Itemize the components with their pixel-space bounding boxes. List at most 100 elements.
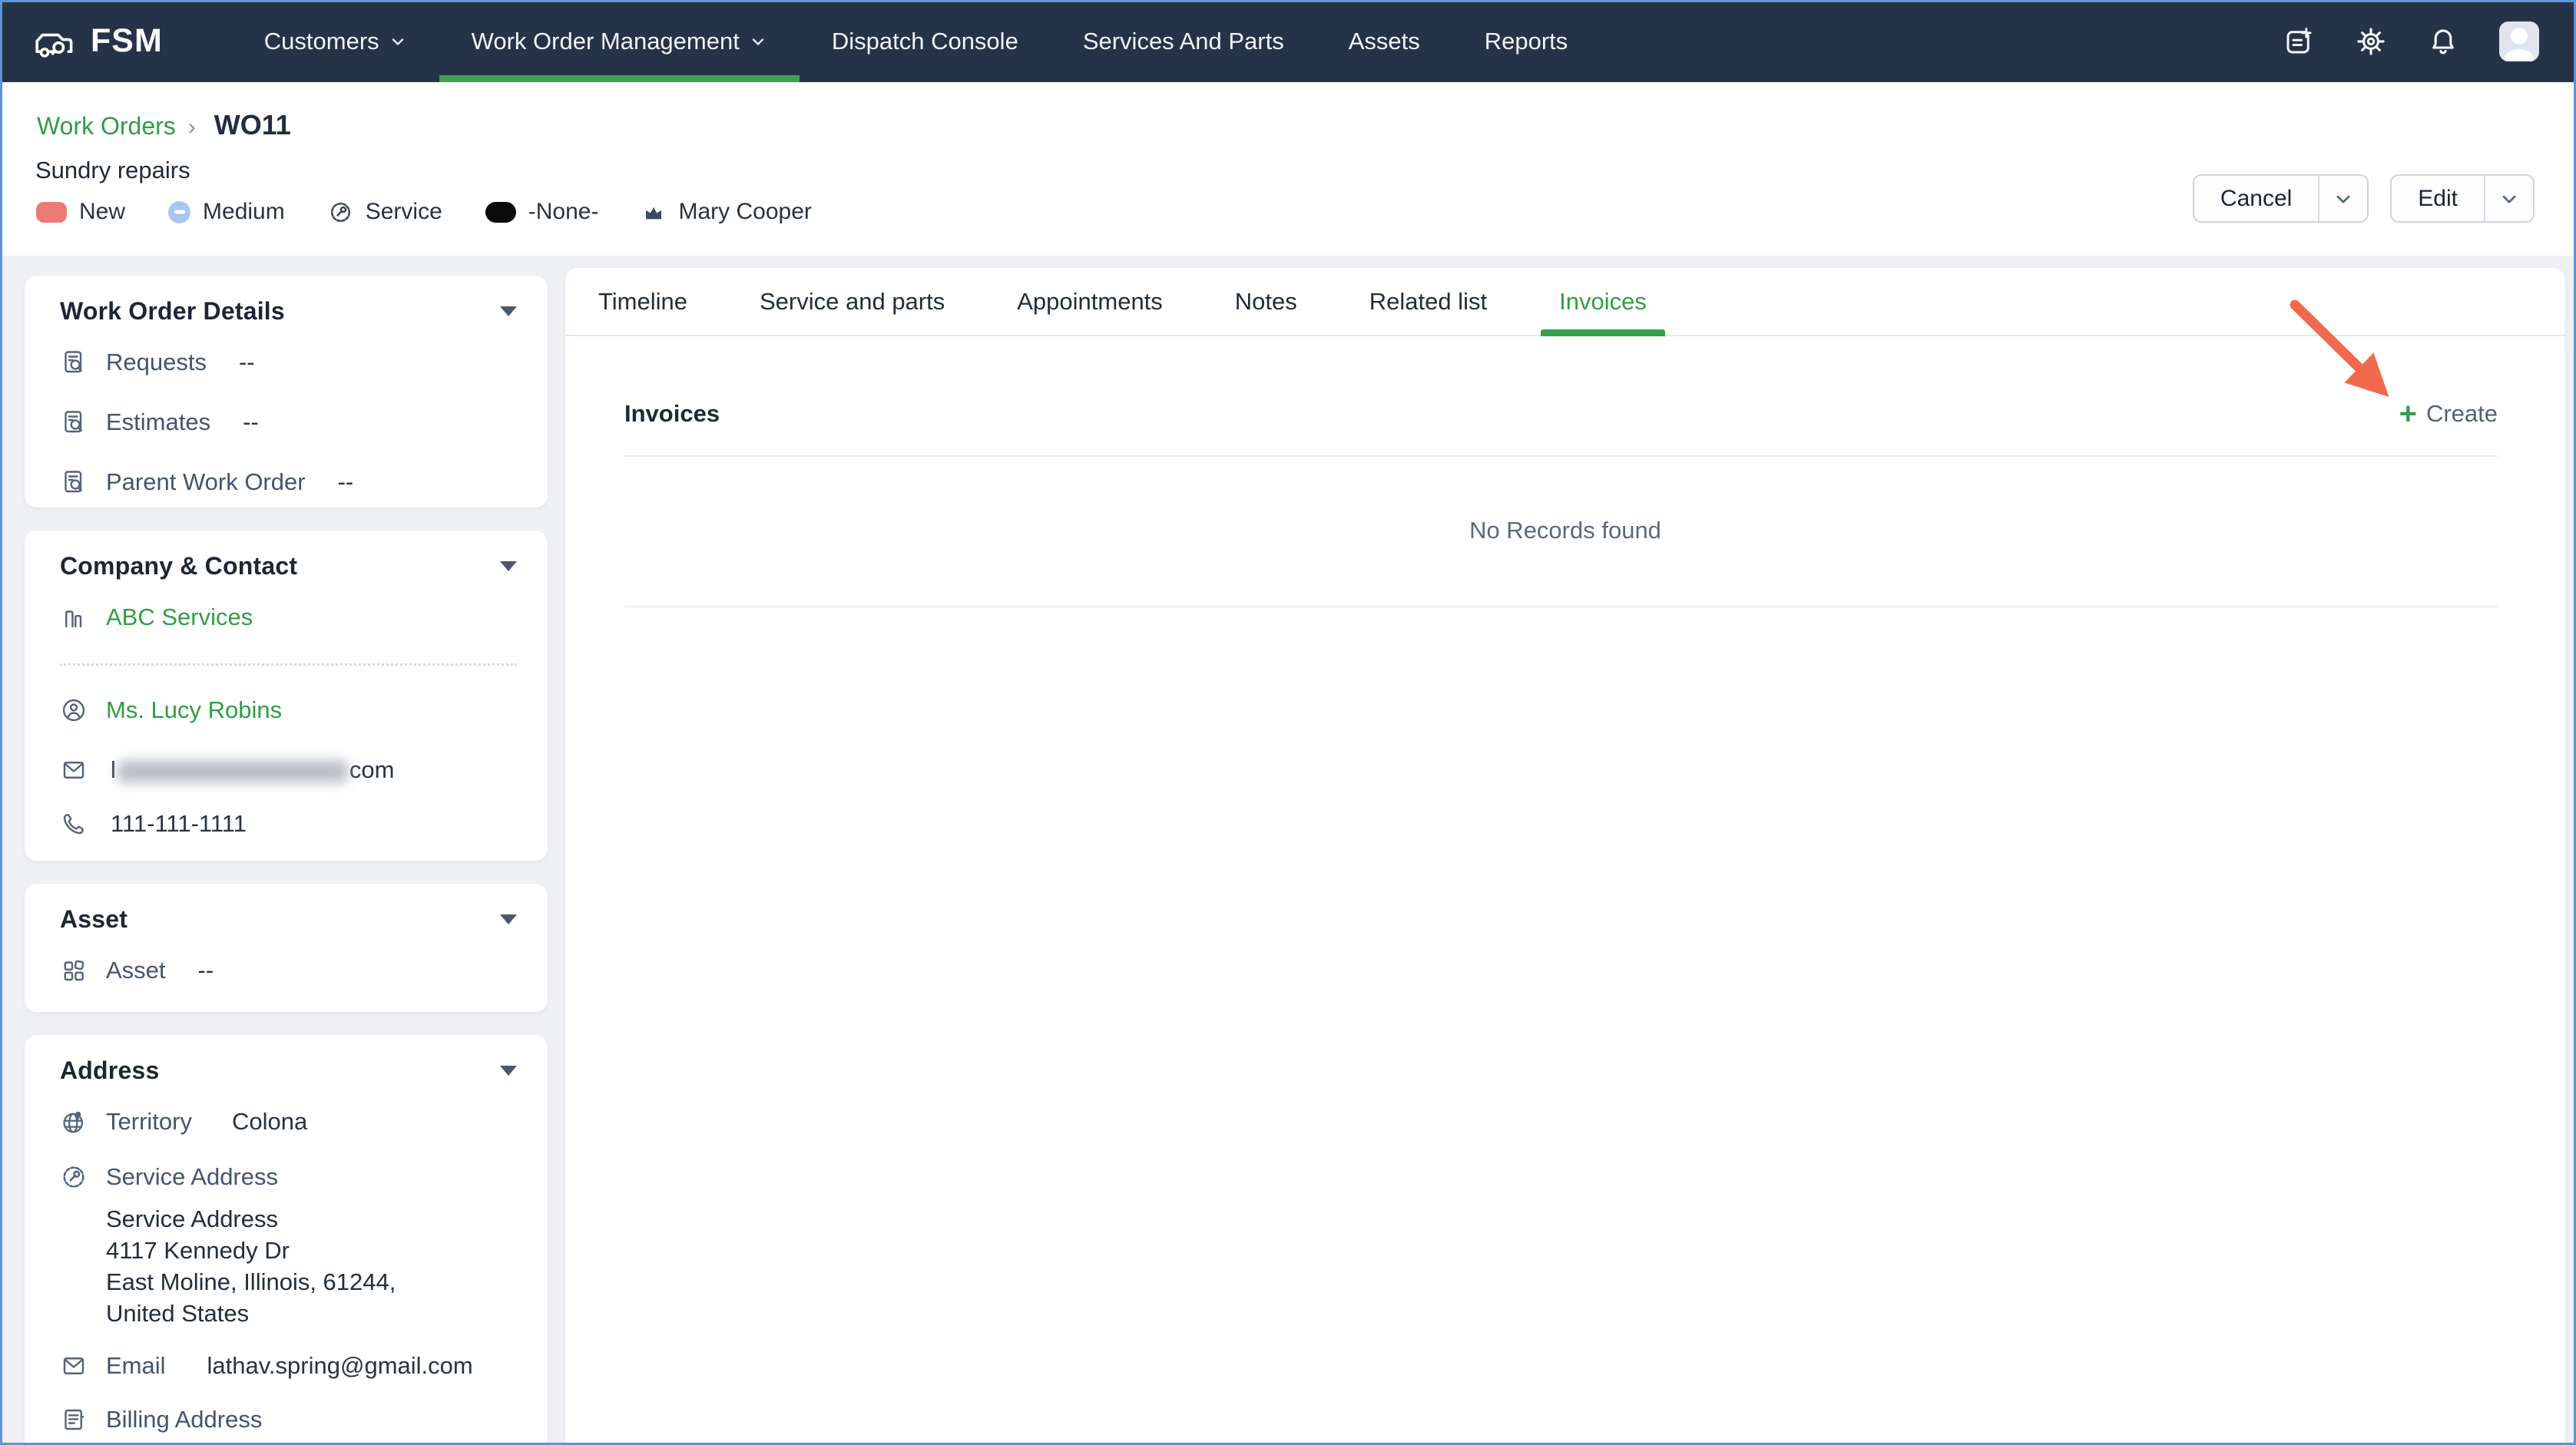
territory-value: Colona xyxy=(231,1108,308,1135)
billing-address-link[interactable]: Billing Address xyxy=(106,1406,262,1433)
nav-item-label: Work Order Management xyxy=(471,27,740,55)
chevron-down-icon xyxy=(392,38,403,45)
type-label: Service xyxy=(365,199,442,224)
address-email-link[interactable]: Email xyxy=(106,1352,166,1380)
create-invoice-label: Create xyxy=(2425,400,2498,427)
asset-grid-icon xyxy=(64,960,84,981)
territory-globe-icon xyxy=(63,1111,84,1133)
billing-document-icon xyxy=(65,1409,84,1430)
tab-invoices[interactable]: Invoices xyxy=(1541,268,1665,336)
secondary-status-badge: -None- xyxy=(485,199,598,225)
contact-phone-value: 111-111-1111 xyxy=(111,810,247,837)
nav-item-work-order-management[interactable]: Work Order Management xyxy=(439,0,800,82)
address-line: East Moline, Illinois, 61244, xyxy=(106,1268,396,1295)
edit-button-label[interactable]: Edit xyxy=(2392,176,2484,221)
plus-icon: + xyxy=(2399,397,2417,431)
company-contact-card: Company & Contact ABC Services Ms. Lucy … xyxy=(25,531,548,861)
blurred-email-region xyxy=(117,760,348,782)
edit-dropdown-toggle[interactable] xyxy=(2484,176,2533,221)
settings-gear-icon[interactable] xyxy=(2355,25,2387,58)
tab-service-and-parts[interactable]: Service and parts xyxy=(760,268,945,335)
company-link[interactable]: ABC Services xyxy=(106,603,253,631)
collapse-icon[interactable] xyxy=(500,914,517,924)
nav-item-label: Reports xyxy=(1484,27,1568,55)
tab-related-list[interactable]: Related list xyxy=(1369,268,1487,335)
collapse-icon[interactable] xyxy=(500,1066,517,1076)
notifications-bell-icon[interactable] xyxy=(2427,25,2459,58)
address-line: Service Address xyxy=(106,1205,278,1232)
work-order-main-panel: Timeline Service and parts Appointments … xyxy=(565,268,2565,1445)
nav-item-assets[interactable]: Assets xyxy=(1316,0,1452,82)
owner-label: Mary Cooper xyxy=(678,199,812,224)
asset-value: -- xyxy=(197,957,214,984)
estimates-link[interactable]: Estimates xyxy=(106,408,210,436)
estimates-row: Estimates -- xyxy=(60,408,517,436)
collapse-icon[interactable] xyxy=(500,561,517,571)
asset-link[interactable]: Asset xyxy=(106,957,166,984)
parent-work-order-value: -- xyxy=(337,468,354,495)
asset-row: Asset -- xyxy=(60,957,517,984)
contact-link[interactable]: Ms. Lucy Robins xyxy=(106,696,282,724)
contact-person-icon xyxy=(62,699,85,722)
nav-item-customers[interactable]: Customers xyxy=(232,0,439,82)
work-order-details-card: Work Order Details Requests -- Estimates… xyxy=(25,276,548,508)
user-avatar[interactable] xyxy=(2499,21,2539,61)
requests-link[interactable]: Requests xyxy=(106,349,207,376)
create-invoice-button[interactable]: + Create xyxy=(2399,398,2498,429)
priority-label: Medium xyxy=(203,199,285,224)
address-line: United States xyxy=(106,1300,250,1327)
nav-item-label: Dispatch Console xyxy=(831,27,1018,55)
divider xyxy=(60,663,517,666)
navbar-right xyxy=(2283,21,2539,61)
tab-bar: Timeline Service and parts Appointments … xyxy=(565,268,2565,336)
cancel-button[interactable]: Cancel xyxy=(2192,174,2369,223)
parent-work-order-link[interactable]: Parent Work Order xyxy=(106,468,306,496)
create-record-icon[interactable] xyxy=(2283,25,2315,58)
card-title: Asset xyxy=(60,905,128,933)
company-building-icon xyxy=(65,610,82,628)
nav-item-services-and-parts[interactable]: Services And Parts xyxy=(1051,0,1316,82)
brand-name: FSM xyxy=(91,22,163,59)
type-badge: Service xyxy=(328,199,442,225)
cancel-dropdown-toggle[interactable] xyxy=(2318,176,2367,221)
territory-link[interactable]: Territory xyxy=(106,1108,192,1136)
card-title: Work Order Details xyxy=(60,297,285,325)
requests-row: Requests -- xyxy=(60,349,517,376)
service-badge-icon xyxy=(330,202,350,222)
billing-address-row: Billing Address xyxy=(60,1406,517,1433)
breadcrumb: Work Orders › WO11 xyxy=(37,109,291,141)
page-header: Work Orders › WO11 Sundry repairs New Me… xyxy=(0,82,2576,256)
tab-timeline[interactable]: Timeline xyxy=(598,268,687,335)
address-email-row: Email lathav.spring@gmail.com xyxy=(60,1352,517,1380)
parent-work-order-row: Parent Work Order -- xyxy=(60,468,517,496)
nav-item-dispatch-console[interactable]: Dispatch Console xyxy=(800,0,1051,82)
chevron-down-icon xyxy=(2502,195,2516,203)
status-label: New xyxy=(79,199,126,224)
status-badge: New xyxy=(36,199,125,225)
divider xyxy=(624,455,2498,457)
email-envelope-icon xyxy=(63,1357,84,1374)
phone-icon xyxy=(63,814,84,835)
chevron-down-icon xyxy=(2336,195,2350,203)
collapse-icon[interactable] xyxy=(500,306,517,316)
edit-button[interactable]: Edit xyxy=(2390,174,2535,223)
cancel-button-label[interactable]: Cancel xyxy=(2194,176,2318,221)
tab-appointments[interactable]: Appointments xyxy=(1017,268,1163,335)
status-chip-row: New Medium Service -None- Mary Cooper xyxy=(36,199,812,225)
breadcrumb-work-orders-link[interactable]: Work Orders xyxy=(37,112,176,141)
estimates-value: -- xyxy=(243,408,259,435)
nav-item-label: Customers xyxy=(263,27,379,55)
address-email-value: lathav.spring@gmail.com xyxy=(207,1352,473,1379)
brand[interactable]: FSM xyxy=(32,22,163,60)
territory-row: Territory Colona xyxy=(60,1108,517,1136)
email-envelope-icon xyxy=(63,762,84,779)
contact-phone-row: 111-111-1111 xyxy=(60,810,517,838)
service-address-link[interactable]: Service Address xyxy=(106,1163,278,1191)
nav-item-reports[interactable]: Reports xyxy=(1452,0,1601,82)
card-title: Address xyxy=(60,1056,160,1084)
asset-card: Asset Asset -- xyxy=(25,884,548,1012)
none-status-icon xyxy=(485,201,516,223)
page-title: WO11 xyxy=(214,109,291,141)
tab-notes[interactable]: Notes xyxy=(1235,268,1297,335)
requests-value: -- xyxy=(238,349,255,375)
